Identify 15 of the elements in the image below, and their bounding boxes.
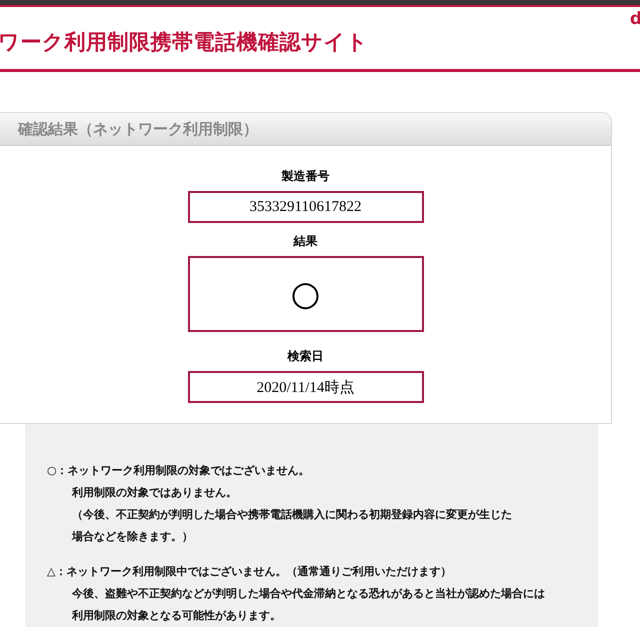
note-heading: △：ネットワーク利用制限中ではございません。（通常通りご利用いただけます） [47,564,452,580]
field-label: 結果 [294,233,318,250]
value-box: 353329110617822 [188,191,424,223]
field-label: 製造番号 [282,168,330,185]
value-box: 2020/11/14時点 [188,371,424,403]
result-box: ○ [188,256,424,332]
field-label: 検索日 [288,348,324,365]
note-heading: ○：ネットワーク利用制限の対象ではございません。 [47,463,311,479]
note-text: （今後、不正契約が判明した場合や携帯電話機購入に関わる初期登録内容に変更が生じた [71,507,513,523]
note-text: 利用制限の対象となる可能性があります。 [70,608,282,624]
note-text: 今後、盗難や不正契約などが判明した場合や代金滞納となる恐れがあると当社が認めた場合には [71,586,546,602]
note-text: 利用制限の対象ではありません。 [70,485,238,501]
site-title: ワーク利用制限携帯電話機確認サイト [0,29,368,56]
note-text: 場合などを除きます。） [70,529,194,545]
panel-title: 確認結果（ネットワーク利用制限） [18,120,258,138]
